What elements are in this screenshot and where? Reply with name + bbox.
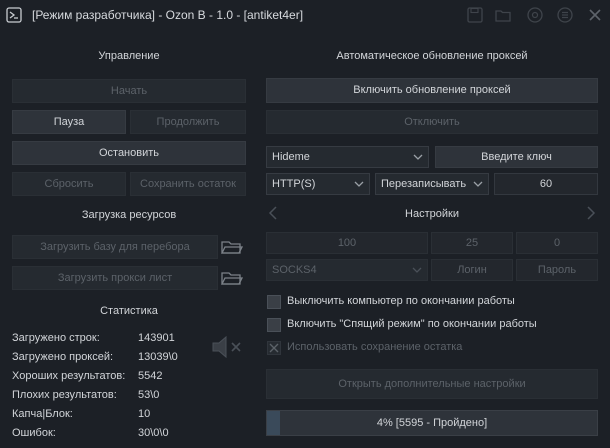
start-button[interactable]: Начать — [12, 79, 246, 103]
delay-input[interactable]: 0 — [516, 232, 598, 254]
stat-value: 143901 — [138, 332, 175, 344]
chevron-down-icon — [412, 260, 422, 280]
stat-value: 5542 — [138, 370, 163, 382]
mode-select-value: Перезаписывать — [381, 178, 467, 190]
proxy-update-header: Автоматическое обновление проксей — [336, 50, 528, 62]
close-icon[interactable] — [586, 6, 604, 24]
save-icon[interactable] — [466, 6, 484, 24]
progress-text: 4% [5595 - Пройдено] — [376, 417, 488, 429]
stat-label: Загружено проксей: — [12, 351, 114, 363]
stat-label: Плохих результатов: — [12, 389, 117, 401]
enter-key-button[interactable]: Введите ключ — [435, 146, 598, 168]
stop-button[interactable]: Остановить — [12, 141, 246, 165]
reset-button[interactable]: Сбросить — [12, 172, 126, 196]
timeout-input[interactable]: 25 — [431, 232, 513, 254]
chevron-right-icon[interactable] — [586, 206, 596, 220]
advanced-settings-button[interactable]: Открыть дополнительные настройки — [266, 369, 598, 399]
protocol-select[interactable]: HTTP(S) — [266, 173, 370, 195]
stat-label: Загружено строк: — [12, 332, 100, 344]
stat-value: 53\0 — [138, 389, 160, 401]
continue-button[interactable]: Продолжить — [130, 110, 246, 134]
settings-gear-icon[interactable] — [526, 6, 544, 24]
control-header: Управление — [98, 50, 160, 62]
load-proxy-button[interactable]: Загрузить прокси лист — [12, 266, 218, 290]
mode-select[interactable]: Перезаписывать — [375, 173, 489, 195]
open-folder-icon[interactable] — [220, 269, 244, 287]
stat-value: 13039\0 — [138, 351, 178, 363]
stat-label: Капча|Блок: — [12, 408, 73, 420]
app-logo-icon — [6, 7, 22, 23]
stat-value: 30\0\0 — [138, 427, 169, 439]
enable-proxy-update-button[interactable]: Включить обновление проксей — [266, 78, 598, 103]
protocol-select-value: HTTP(S) — [272, 178, 316, 190]
threads-input[interactable]: 100 — [266, 232, 428, 254]
interval-input[interactable]: 60 — [494, 173, 598, 195]
proxy-type-select[interactable]: SOCKS4 — [266, 259, 428, 281]
window-title: [Режим разработчика] - Ozon B - 1.0 - [a… — [32, 8, 304, 22]
save-rest-checkbox[interactable] — [267, 341, 281, 355]
shutdown-checkbox-label: Выключить компьютер по окончании работы — [287, 295, 515, 307]
stat-value: 10 — [138, 408, 151, 420]
load-base-button[interactable]: Загрузить базу для перебора — [12, 235, 218, 259]
resources-header: Загрузка ресурсов — [81, 209, 177, 221]
save-rest-button[interactable]: Сохранить остаток — [130, 172, 246, 196]
stats-header: Статистика — [100, 305, 158, 317]
chevron-down-icon — [473, 174, 483, 194]
sleep-checkbox-label: Включить "Спящий режим" по окончании раб… — [287, 318, 537, 330]
proxy-type-select-value: SOCKS4 — [272, 264, 317, 276]
folder-icon[interactable] — [494, 6, 512, 24]
settings-header: Настройки — [405, 208, 459, 220]
provider-select-value: Hideme — [272, 151, 310, 163]
disable-button[interactable]: Отключить — [266, 110, 598, 134]
stat-label: Ошибок: — [12, 427, 56, 439]
login-input[interactable]: Логин — [431, 259, 513, 281]
pause-button[interactable]: Пауза — [12, 110, 126, 134]
password-input[interactable]: Пароль — [516, 259, 598, 281]
shutdown-checkbox[interactable] — [267, 295, 281, 309]
chevron-down-icon — [354, 174, 364, 194]
chevron-down-icon — [413, 147, 423, 167]
open-folder-icon[interactable] — [220, 238, 244, 256]
stat-label: Хороших результатов: — [12, 370, 126, 382]
menu-icon[interactable] — [556, 6, 574, 24]
sound-muted-icon[interactable] — [210, 335, 244, 359]
provider-select[interactable]: Hideme — [266, 146, 429, 168]
save-rest-checkbox-label: Использовать сохранение остатка — [287, 341, 463, 353]
progress-bar: 4% [5595 - Пройдено] — [266, 410, 598, 436]
sleep-checkbox[interactable] — [267, 318, 281, 332]
